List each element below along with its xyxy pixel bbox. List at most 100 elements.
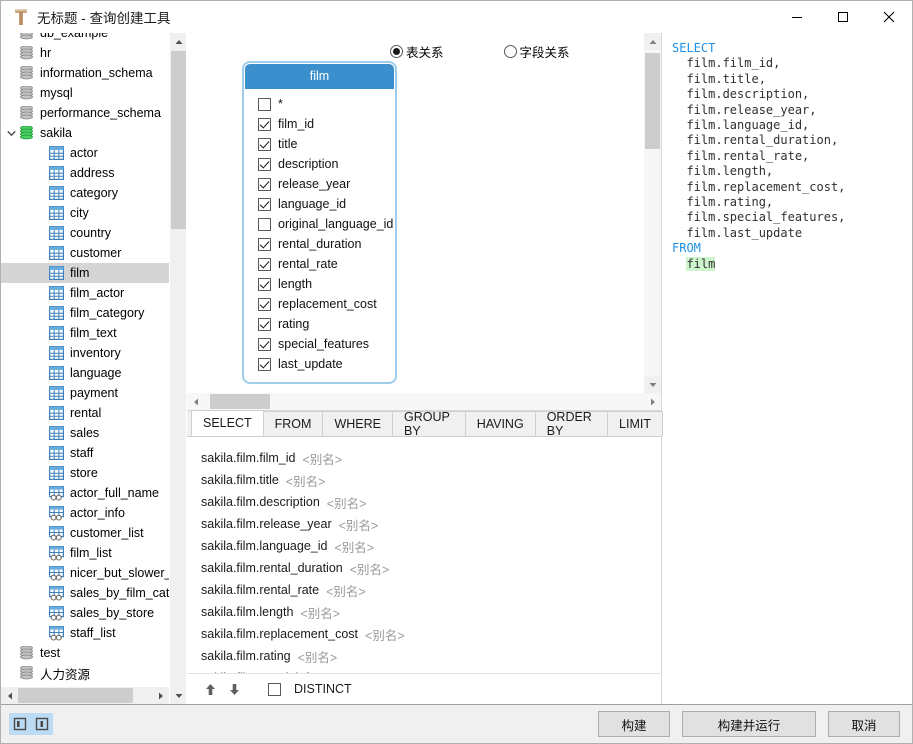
select-row[interactable]: sakila.film.rating <别名> bbox=[201, 645, 661, 667]
scroll-right-icon[interactable] bbox=[152, 687, 169, 704]
tree-item-sakila[interactable]: sakila bbox=[1, 123, 186, 143]
tree-item-sales[interactable]: sales bbox=[1, 423, 186, 443]
sidebar-hscroll-thumb[interactable] bbox=[18, 688, 133, 703]
canvas-hscroll-thumb[interactable] bbox=[210, 394, 270, 409]
tree-item-nicer_but_slower_film_list[interactable]: nicer_but_slower_film_list bbox=[1, 563, 186, 583]
tab-select[interactable]: SELECT bbox=[191, 410, 264, 436]
table-card-film[interactable]: film * film_id title description release_yea… bbox=[242, 61, 397, 384]
tree-item-store[interactable]: store bbox=[1, 463, 186, 483]
field-checkbox[interactable] bbox=[258, 297, 271, 311]
select-row[interactable]: sakila.film.release_year <别名> bbox=[201, 513, 661, 535]
tree-item-actor_full_name[interactable]: actor_full_name bbox=[1, 483, 186, 503]
build-button[interactable]: 构建 bbox=[598, 711, 670, 737]
table-field-special_features[interactable]: special_features bbox=[244, 334, 395, 354]
canvas-horizontal-scrollbar[interactable] bbox=[187, 393, 661, 410]
field-checkbox[interactable] bbox=[258, 137, 271, 151]
relationship-mode-field[interactable]: 字段关系 bbox=[503, 42, 570, 61]
select-row[interactable]: sakila.film.replacement_cost <别名> bbox=[201, 623, 661, 645]
select-row[interactable]: sakila.film.language_id <别名> bbox=[201, 535, 661, 557]
field-checkbox[interactable] bbox=[258, 357, 271, 371]
tab-where[interactable]: WHERE bbox=[322, 411, 393, 436]
field-checkbox[interactable] bbox=[258, 337, 271, 351]
table-field-rental_duration[interactable]: rental_duration bbox=[244, 234, 395, 254]
close-button[interactable] bbox=[866, 1, 912, 33]
canvas-vertical-scrollbar[interactable] bbox=[644, 33, 661, 393]
tree-item-performance_schema[interactable]: performance_schema bbox=[1, 103, 186, 123]
tree-item-city[interactable]: city bbox=[1, 203, 186, 223]
table-field-film_id[interactable]: film_id bbox=[244, 114, 395, 134]
field-checkbox[interactable] bbox=[258, 97, 271, 111]
sidebar-scroll-thumb[interactable] bbox=[171, 51, 186, 229]
tree-item-information_schema[interactable]: information_schema bbox=[1, 63, 186, 83]
field-checkbox[interactable] bbox=[258, 237, 271, 251]
tab-limit[interactable]: LIMIT bbox=[607, 411, 663, 436]
move-up-button[interactable] bbox=[198, 677, 222, 701]
tree-item-film_actor[interactable]: film_actor bbox=[1, 283, 186, 303]
select-row[interactable]: sakila.film.description <别名> bbox=[201, 491, 661, 513]
minimize-button[interactable] bbox=[774, 1, 820, 33]
select-alias-input[interactable]: <别名> bbox=[327, 493, 367, 512]
field-checkbox[interactable] bbox=[258, 117, 271, 131]
table-field-release_year[interactable]: release_year bbox=[244, 174, 395, 194]
tab-order-by[interactable]: ORDER BY bbox=[534, 410, 609, 438]
tree-item-language[interactable]: language bbox=[1, 363, 186, 383]
tab-having[interactable]: HAVING bbox=[464, 411, 536, 436]
field-checkbox[interactable] bbox=[258, 277, 271, 291]
distinct-checkbox[interactable] bbox=[268, 682, 281, 696]
sql-preview-panel[interactable]: SELECT film.film_id, film.title, film.de… bbox=[662, 33, 912, 704]
select-alias-input[interactable]: <别名> bbox=[286, 471, 326, 490]
tree-item-hr[interactable]: hr bbox=[1, 43, 186, 63]
tree-item-customer_list[interactable]: customer_list bbox=[1, 523, 186, 543]
select-alias-input[interactable]: <别名> bbox=[334, 537, 374, 556]
field-checkbox[interactable] bbox=[258, 197, 271, 211]
select-row[interactable]: sakila.film.length <别名> bbox=[201, 601, 661, 623]
scroll-left-icon[interactable] bbox=[1, 687, 18, 704]
table-field-rental_rate[interactable]: rental_rate bbox=[244, 254, 395, 274]
move-down-button[interactable] bbox=[222, 677, 246, 701]
field-checkbox[interactable] bbox=[258, 157, 271, 171]
table-field-*[interactable]: * bbox=[244, 94, 395, 114]
tree-item-film_list[interactable]: film_list bbox=[1, 543, 186, 563]
canvas-hscroll-track[interactable] bbox=[204, 393, 644, 410]
select-alias-input[interactable]: <别名> bbox=[298, 647, 338, 666]
tab-from[interactable]: FROM bbox=[262, 411, 324, 436]
select-alias-input[interactable]: <别名> bbox=[350, 559, 390, 578]
table-field-last_update[interactable]: last_update bbox=[244, 354, 395, 374]
tree-item-staff_list[interactable]: staff_list bbox=[1, 623, 186, 643]
cancel-button[interactable]: 取消 bbox=[828, 711, 900, 737]
select-alias-input[interactable]: <别名> bbox=[326, 581, 366, 600]
field-checkbox[interactable] bbox=[258, 317, 271, 331]
select-row[interactable]: sakila.film.rental_duration <别名> bbox=[201, 557, 661, 579]
tree-item-film[interactable]: film bbox=[1, 263, 186, 283]
build-and-run-button[interactable]: 构建并运行 bbox=[682, 711, 816, 737]
sidebar-hscroll-track[interactable] bbox=[18, 687, 152, 704]
distinct-toggle[interactable]: DISTINCT bbox=[268, 682, 352, 696]
scroll-down-icon[interactable] bbox=[170, 687, 186, 704]
tree-item-country[interactable]: country bbox=[1, 223, 186, 243]
tree-item-payment[interactable]: payment bbox=[1, 383, 186, 403]
scroll-up-icon[interactable] bbox=[170, 33, 186, 50]
table-field-description[interactable]: description bbox=[244, 154, 395, 174]
canvas-scroll-down-icon[interactable] bbox=[644, 376, 661, 393]
select-row[interactable]: sakila.film.rental_rate <别名> bbox=[201, 579, 661, 601]
tree-item-sales_by_film_category[interactable]: sales_by_film_category bbox=[1, 583, 186, 603]
tree-item-address[interactable]: address bbox=[1, 163, 186, 183]
tab-group-by[interactable]: GROUP BY bbox=[391, 410, 466, 438]
left-panel-toggle-icon[interactable] bbox=[9, 713, 31, 735]
select-row[interactable]: sakila.film.film_id <别名> bbox=[201, 447, 661, 469]
table-field-original_language_id[interactable]: original_language_id bbox=[244, 214, 395, 234]
table-field-title[interactable]: title bbox=[244, 134, 395, 154]
right-panel-toggle-icon[interactable] bbox=[31, 713, 53, 735]
tree-item-actor[interactable]: actor bbox=[1, 143, 186, 163]
tree-item-人力资源[interactable]: 人力资源 bbox=[1, 663, 186, 683]
tree-item-db_example[interactable]: db_example bbox=[1, 33, 186, 43]
sidebar-vertical-scrollbar[interactable] bbox=[169, 33, 186, 704]
sidebar-horizontal-scrollbar[interactable] bbox=[1, 687, 169, 704]
select-alias-input[interactable]: <别名> bbox=[365, 625, 405, 644]
tree-item-film_category[interactable]: film_category bbox=[1, 303, 186, 323]
tree-item-test[interactable]: test bbox=[1, 643, 186, 663]
select-alias-input[interactable]: <别名> bbox=[339, 515, 379, 534]
tree-item-rental[interactable]: rental bbox=[1, 403, 186, 423]
relationship-canvas[interactable]: 表关系 字段关系 film * film_id title description rel… bbox=[187, 33, 662, 411]
canvas-scroll-left-icon[interactable] bbox=[187, 393, 204, 410]
